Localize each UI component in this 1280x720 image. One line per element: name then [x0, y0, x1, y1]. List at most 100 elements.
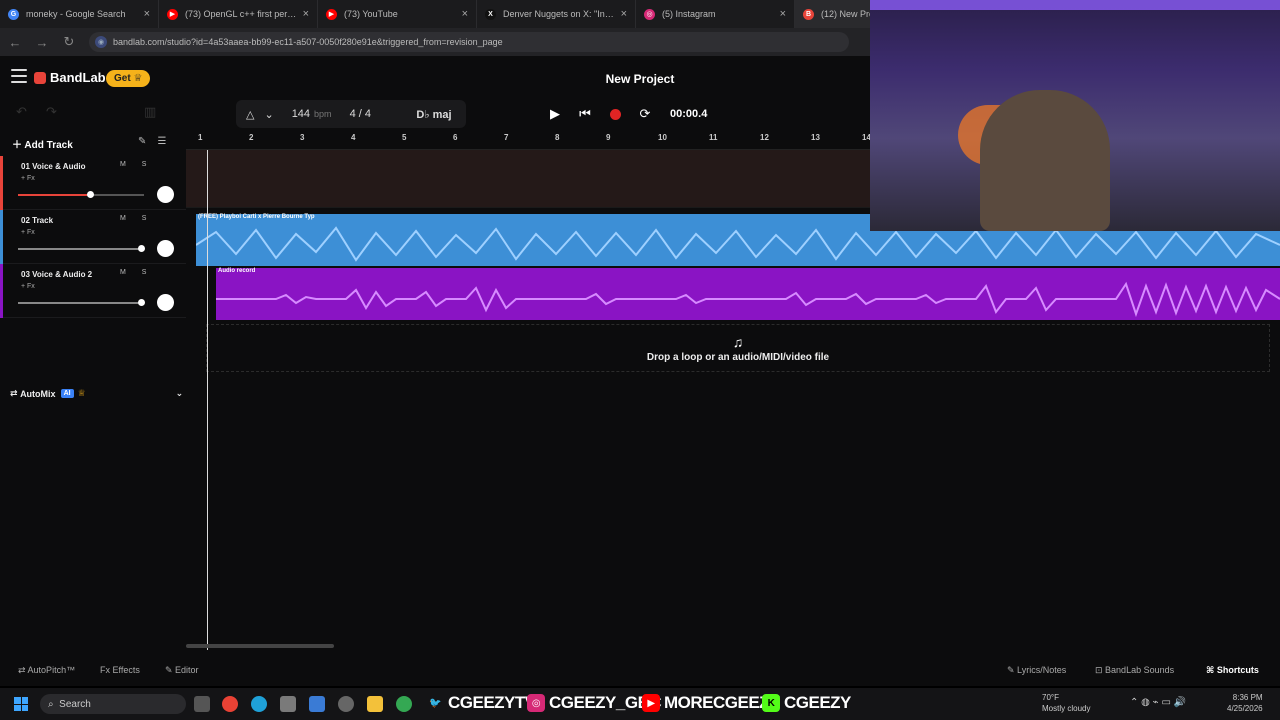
- chevron-down-icon[interactable]: ⌄: [176, 388, 184, 399]
- track-name[interactable]: 01 Voice & Audio: [21, 162, 85, 171]
- social-handle: ▶ MORECGEEZY: [642, 693, 780, 713]
- browser-tab[interactable]: G moneky - Google Search ×: [0, 0, 159, 28]
- lyrics-label: Lyrics/Notes: [1017, 665, 1067, 675]
- loop-button[interactable]: ⟳: [630, 100, 660, 128]
- effects-button[interactable]: Fx Effects: [100, 665, 140, 675]
- close-icon[interactable]: ×: [462, 8, 468, 20]
- add-fx-button[interactable]: + Fx: [21, 175, 35, 182]
- editor-button[interactable]: ✎ Editor: [165, 665, 199, 676]
- volume-slider[interactable]: [18, 299, 145, 306]
- browser-tab[interactable]: ◎ (5) Instagram ×: [636, 0, 795, 28]
- audio-clip[interactable]: Audio record: [216, 268, 1280, 320]
- close-icon[interactable]: ×: [303, 8, 309, 20]
- track-color: [0, 156, 3, 210]
- taskbar-search[interactable]: ⌕ Search: [40, 694, 186, 714]
- chevron-down-icon[interactable]: ⌄: [264, 108, 273, 121]
- wrench-icon[interactable]: ✎: [138, 136, 146, 147]
- rewind-button[interactable]: ⏮: [570, 100, 600, 128]
- get-membership-button[interactable]: Get ♕: [106, 70, 151, 87]
- volume-fill: [18, 302, 138, 304]
- track-header[interactable]: 03 Voice & Audio 2 + Fx M S: [0, 264, 186, 318]
- menu-icon[interactable]: [11, 69, 27, 83]
- social-handle: K CGEEZY: [762, 693, 851, 713]
- folder-icon[interactable]: [367, 696, 383, 712]
- key-selector[interactable]: D♭ maj: [406, 100, 462, 128]
- settings-icon[interactable]: [338, 696, 354, 712]
- chrome-icon[interactable]: [222, 696, 238, 712]
- add-fx-button[interactable]: + Fx: [21, 229, 35, 236]
- track-header[interactable]: 02 Track + Fx M S: [0, 210, 186, 264]
- time-signature[interactable]: 4 / 4: [350, 108, 371, 120]
- lyrics-notes-button[interactable]: ✎ Lyrics/Notes: [1007, 665, 1066, 676]
- site-info-icon[interactable]: ◉: [95, 36, 107, 48]
- track-header[interactable]: 01 Voice & Audio + Fx M S: [0, 156, 186, 210]
- effects-label: Effects: [112, 665, 140, 675]
- url-field[interactable]: ◉ bandlab.com/studio?id=4a53aaea-bb99-ec…: [89, 32, 849, 52]
- pan-knob[interactable]: [157, 240, 174, 257]
- mute-solo-buttons[interactable]: M S: [120, 215, 153, 222]
- browser-tab[interactable]: ▶ (73) YouTube ×: [318, 0, 477, 28]
- taskbar-clock[interactable]: 8:36 PM 4/25/2026: [1227, 692, 1263, 714]
- track-name[interactable]: 03 Voice & Audio 2: [21, 270, 92, 279]
- forward-icon[interactable]: →: [30, 30, 54, 54]
- kick-icon: K: [762, 694, 780, 712]
- mute-solo-buttons[interactable]: M S: [120, 161, 153, 168]
- project-title[interactable]: New Project: [540, 72, 740, 86]
- shortcuts-button[interactable]: ⌘ Shortcuts: [1206, 665, 1259, 676]
- clock-date: 4/25/2026: [1227, 704, 1263, 713]
- horizontal-scrollbar[interactable]: [186, 644, 334, 648]
- weather-widget[interactable]: 70°F Mostly cloudy: [1042, 692, 1090, 714]
- weather-desc: Mostly cloudy: [1042, 704, 1091, 713]
- piano-icon[interactable]: ▥: [144, 104, 156, 120]
- get-label: Get: [114, 73, 131, 84]
- chrome-icon[interactable]: [396, 696, 412, 712]
- automix-panel[interactable]: ⇄ AutoMix AI ♕ ⌄: [10, 388, 183, 399]
- volume-slider[interactable]: [18, 191, 144, 198]
- instagram-icon: ◎: [644, 8, 655, 20]
- time-display: 00:00.4: [670, 108, 708, 120]
- close-icon[interactable]: ×: [780, 8, 786, 20]
- bpm-value[interactable]: 144: [292, 108, 310, 120]
- pan-knob[interactable]: [157, 186, 174, 203]
- record-button[interactable]: [600, 100, 630, 128]
- record-icon: [609, 108, 621, 120]
- task-view-icon[interactable]: [194, 696, 210, 712]
- volume-slider[interactable]: [18, 245, 145, 252]
- tab-title: moneky - Google Search: [26, 9, 126, 19]
- mute-solo-buttons[interactable]: M S: [120, 269, 153, 276]
- sounds-label: BandLab Sounds: [1105, 665, 1175, 675]
- app-icon[interactable]: [280, 696, 296, 712]
- undo-icon[interactable]: ↶: [16, 104, 27, 120]
- volume-thumb[interactable]: [137, 299, 145, 306]
- add-fx-button[interactable]: + Fx: [21, 283, 35, 290]
- clip-label: (FREE) Playboi Carti x Pierre Bourne Typ: [198, 214, 315, 220]
- settings-icon[interactable]: ☰: [158, 136, 167, 147]
- bandlab-sounds-button[interactable]: ⊡ BandLab Sounds: [1095, 665, 1174, 676]
- windows-start-icon[interactable]: [14, 697, 28, 711]
- browser-tab[interactable]: X Denver Nuggets on X: "Injury U ×: [477, 0, 636, 28]
- back-icon[interactable]: ←: [3, 30, 27, 54]
- track-name[interactable]: 02 Track: [21, 216, 53, 225]
- volume-thumb[interactable]: [87, 191, 95, 198]
- redo-icon[interactable]: ↷: [46, 104, 57, 120]
- autopitch-button[interactable]: ⇄ AutoPitch™: [18, 665, 75, 676]
- system-tray[interactable]: ⌃ ◍ ⌁ ▭ 🔊: [1130, 697, 1186, 708]
- close-icon[interactable]: ×: [621, 8, 627, 20]
- crown-icon: ♕: [133, 73, 143, 84]
- edge-icon[interactable]: [251, 696, 267, 712]
- close-icon[interactable]: ×: [144, 8, 150, 20]
- browser-tab[interactable]: ▶ (73) OpenGL c++ first person s ×: [159, 0, 318, 28]
- reload-icon[interactable]: ↻: [57, 30, 81, 54]
- track-list: ＋ Add Track ✎ ☰ 01 Voice & Audio + Fx M …: [0, 130, 186, 670]
- drop-zone[interactable]: ♫ Drop a loop or an audio/MIDI/video fil…: [206, 324, 1270, 372]
- playhead[interactable]: [207, 150, 208, 650]
- volume-thumb[interactable]: [137, 245, 145, 252]
- add-track-button[interactable]: ＋ Add Track: [12, 136, 73, 151]
- pan-knob[interactable]: [157, 294, 174, 311]
- brand-logo[interactable]: BandLab: [34, 70, 106, 85]
- youtube-icon: ▶: [167, 8, 178, 20]
- play-button[interactable]: ▶: [540, 100, 570, 128]
- store-icon[interactable]: [309, 696, 325, 712]
- metronome-icon[interactable]: △: [246, 108, 254, 121]
- ruler-tick: 13: [811, 133, 820, 142]
